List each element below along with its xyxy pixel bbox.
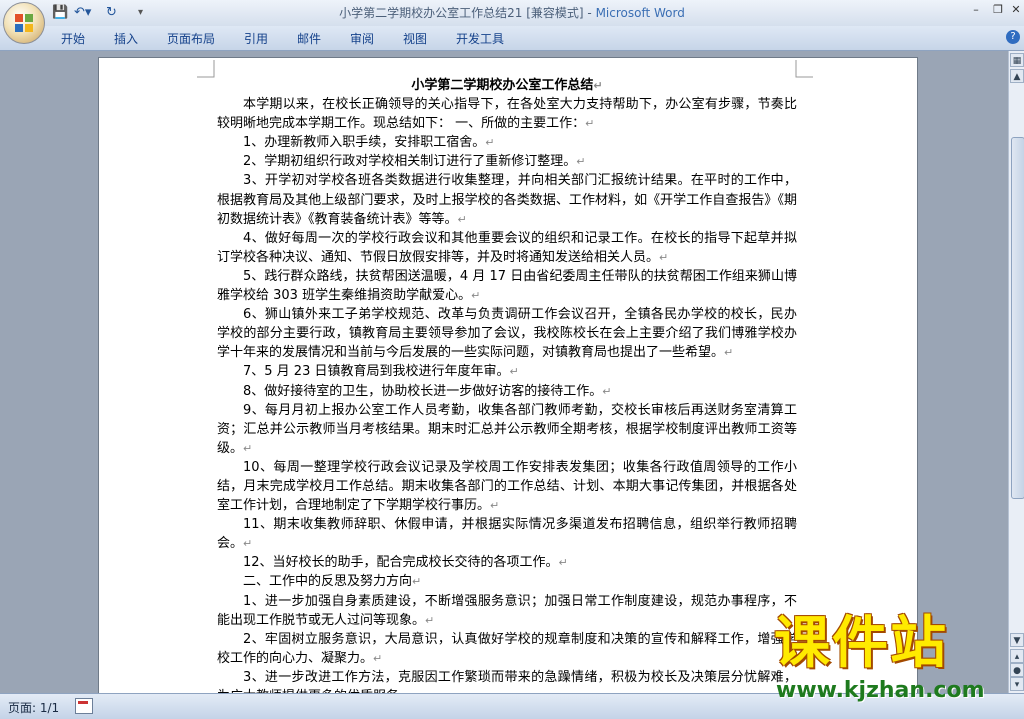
paragraph-mark: ↵ (471, 289, 481, 303)
paragraph-text: 4、做好每周一次的学校行政会议和其他重要会议的组织和记录工作。在校长的指导下起草… (217, 230, 797, 265)
paragraph-mark: ↵ (373, 651, 383, 665)
tab-view[interactable]: 视图 (403, 30, 427, 47)
paragraph-mark: ↵ (593, 79, 603, 92)
paragraph-mark: ↵ (509, 365, 519, 379)
paragraph-mark: ↵ (457, 212, 467, 226)
paragraph-text: 2、学期初组织行政对学校相关制订进行了重新修订整理。 (243, 154, 577, 170)
tab-mailings[interactable]: 邮件 (297, 30, 321, 47)
app-name: Microsoft Word (595, 6, 685, 20)
scroll-up-icon[interactable]: ▲ (1010, 69, 1024, 83)
paragraph-text: 二、工作中的反思及努力方向 (243, 574, 413, 590)
office-button[interactable] (3, 2, 45, 44)
page-counter[interactable]: 页面: 1/1 (8, 699, 59, 716)
paragraph-mark: ↵ (243, 537, 253, 551)
paragraph-text: 1、办理新教师入职手续，安排职工宿舍。 (243, 135, 486, 151)
paragraph: 11、期末收集教师辞职、休假申请，并根据实际情况多渠道发布招聘信息，组织举行教师… (217, 515, 797, 553)
tab-references[interactable]: 引用 (244, 30, 268, 47)
office-logo-icon (15, 14, 33, 32)
paragraph-mark: ↵ (724, 346, 734, 360)
paragraph: 1、进一步加强自身素质建设，不断增强服务意识；加强日常工作制度建设，规范办事程序… (217, 592, 797, 630)
paragraph-mark: ↵ (425, 613, 435, 627)
tab-page-layout[interactable]: 页面布局 (167, 30, 215, 47)
document-title: 小学第二学期校办公室工作总结21 [兼容模式] (339, 6, 584, 20)
paragraph-text: 3、进一步改进工作方法，克服因工作繁琐而带来的急躁情绪，积极为校长及决策层分忧解… (217, 669, 797, 693)
paragraph-text: 10、每周一整理学校行政会议记录及学校周工作安排表发集团；收集各行政值周领导的工… (217, 459, 797, 514)
paragraph-mark: ↵ (659, 250, 669, 264)
paragraph: 二、工作中的反思及努力方向↵ (217, 572, 797, 591)
paragraph-mark: ↵ (485, 136, 495, 150)
paragraph-mark: ↵ (412, 575, 422, 589)
paragraph-mark: ↵ (576, 155, 586, 169)
ruler-toggle-icon[interactable]: ▦ (1010, 53, 1024, 67)
minimize-icon[interactable]: – (968, 2, 984, 18)
paragraph: 6、狮山镇外来工子弟学校规范、改革与负责调研工作会议召开，全镇各民办学校的校长，… (217, 305, 797, 362)
document-page[interactable]: 小学第二学期校办公室工作总结↵ 本学期以来，在校长正确领导的关心指导下，在各处室… (98, 57, 918, 693)
restore-icon[interactable]: ❐ (990, 2, 1006, 18)
paragraph: 7、5 月 23 日镇教育局到我校进行年度年审。↵ (217, 362, 797, 381)
paragraph-text: 5、践行群众路线，扶贫帮困送温暖，4 月 17 日由省纪委周主任带队的扶贫帮困工… (217, 268, 797, 304)
tab-developer[interactable]: 开发工具 (456, 30, 504, 47)
help-icon[interactable]: ? (1006, 30, 1020, 44)
paragraph-text: 本学期以来，在校长正确领导的关心指导下，在各处室大力支持帮助下，办公室有步骤，节… (217, 97, 797, 132)
paragraph-text: 8、做好接待室的卫生，协助校长进一步做好访客的接待工作。 (243, 383, 603, 399)
tab-review[interactable]: 审阅 (350, 30, 374, 47)
paragraph-text: 9、每月月初上报办公室工作人员考勤，收集各部门教师考勤，交校长审核后再送财务室清… (217, 402, 797, 456)
paragraph: 3、开学初对学校各班各类数据进行收集整理，并向相关部门汇报统计结果。在平时的工作… (217, 171, 797, 228)
tab-insert[interactable]: 插入 (114, 30, 138, 47)
paragraph: 10、每周一整理学校行政会议记录及学校周工作安排表发集团；收集各行政值周领导的工… (217, 458, 797, 515)
paragraph-text: 11、期末收集教师辞职、休假申请，并根据实际情况多渠道发布招聘信息，组织举行教师… (217, 517, 797, 552)
paragraph-mark: ↵ (585, 117, 595, 131)
tab-home[interactable]: 开始 (61, 30, 85, 47)
watermark-title: 课件站 (774, 611, 948, 676)
title-bar: 💾 ↶▾ ↻ ▾ 小学第二学期校办公室工作总结21 [兼容模式] - Micro… (0, 0, 1024, 26)
document-workspace: 小学第二学期校办公室工作总结↵ 本学期以来，在校长正确领导的关心指导下，在各处室… (0, 51, 1008, 693)
paragraph-mark: ↵ (558, 556, 568, 570)
paragraph-mark: ↵ (602, 384, 612, 398)
paragraph-text: 12、当好校长的助手，配合完成校长交待的各项工作。 (243, 555, 559, 571)
paragraph-text: 3、开学初对学校各班各类数据进行收集整理，并向相关部门汇报统计结果。在平时的工作… (217, 173, 797, 227)
scroll-thumb[interactable] (1011, 137, 1024, 499)
crop-mark-right (795, 60, 813, 78)
close-icon[interactable]: ✕ (1008, 2, 1024, 18)
paragraph: 2、牢固树立服务意识，大局意识，认真做好学校的规章制度和决策的宣传和解释工作，增… (217, 630, 797, 668)
paragraph: 5、践行群众路线，扶贫帮困送温暖，4 月 17 日由省纪委周主任带队的扶贫帮困工… (217, 267, 797, 305)
title-separator: - (583, 6, 596, 20)
paragraph-text: 7、5 月 23 日镇教育局到我校进行年度年审。 (243, 364, 510, 380)
watermark-url: www.kjzhan.com (776, 678, 985, 703)
heading-text: 小学第二学期校办公室工作总结 (411, 78, 594, 93)
paragraph-text: 2、牢固树立服务意识，大局意识，认真做好学校的规章制度和决策的宣传和解释工作，增… (217, 631, 797, 666)
document-body[interactable]: 小学第二学期校办公室工作总结↵ 本学期以来，在校长正确领导的关心指导下，在各处室… (217, 76, 797, 693)
window-title: 小学第二学期校办公室工作总结21 [兼容模式] - Microsoft Word (0, 4, 1024, 21)
paragraph: 本学期以来，在校长正确领导的关心指导下，在各处室大力支持帮助下，办公室有步骤，节… (217, 95, 797, 133)
crop-mark-left (197, 60, 215, 78)
watermark-logo: 课件站 www.kjzhan.com (774, 612, 1022, 708)
paragraph: 12、当好校长的助手，配合完成校长交待的各项工作。↵ (217, 553, 797, 572)
vertical-scrollbar[interactable]: ▦ ▲ ▼ ▴ ● ▾ (1008, 51, 1024, 693)
paragraph: 9、每月月初上报办公室工作人员考勤，收集各部门教师考勤，交校长审核后再送财务室清… (217, 401, 797, 458)
proofing-status-icon[interactable] (75, 698, 93, 714)
paragraph: 4、做好每周一次的学校行政会议和其他重要会议的组织和记录工作。在校长的指导下起草… (217, 229, 797, 267)
document-heading: 小学第二学期校办公室工作总结↵ (217, 76, 797, 95)
paragraph-text: 6、狮山镇外来工子弟学校规范、改革与负责调研工作会议召开，全镇各民办学校的校长，… (217, 307, 797, 361)
paragraph: 3、进一步改进工作方法，克服因工作繁琐而带来的急躁情绪，积极为校长及决策层分忧解… (217, 668, 797, 693)
paragraph-text: 1、进一步加强自身素质建设，不断增强服务意识；加强日常工作制度建设，规范办事程序… (217, 593, 797, 628)
paragraph: 1、办理新教师入职手续，安排职工宿舍。↵ (217, 133, 797, 152)
ribbon-tabs: 开始 插入 页面布局 引用 邮件 审阅 视图 开发工具 ? (0, 26, 1024, 51)
paragraph-mark: ↵ (490, 499, 500, 513)
paragraph-mark: ↵ (243, 441, 253, 455)
paragraph: 8、做好接待室的卫生，协助校长进一步做好访客的接待工作。↵ (217, 382, 797, 401)
paragraph: 2、学期初组织行政对学校相关制订进行了重新修订整理。↵ (217, 152, 797, 171)
